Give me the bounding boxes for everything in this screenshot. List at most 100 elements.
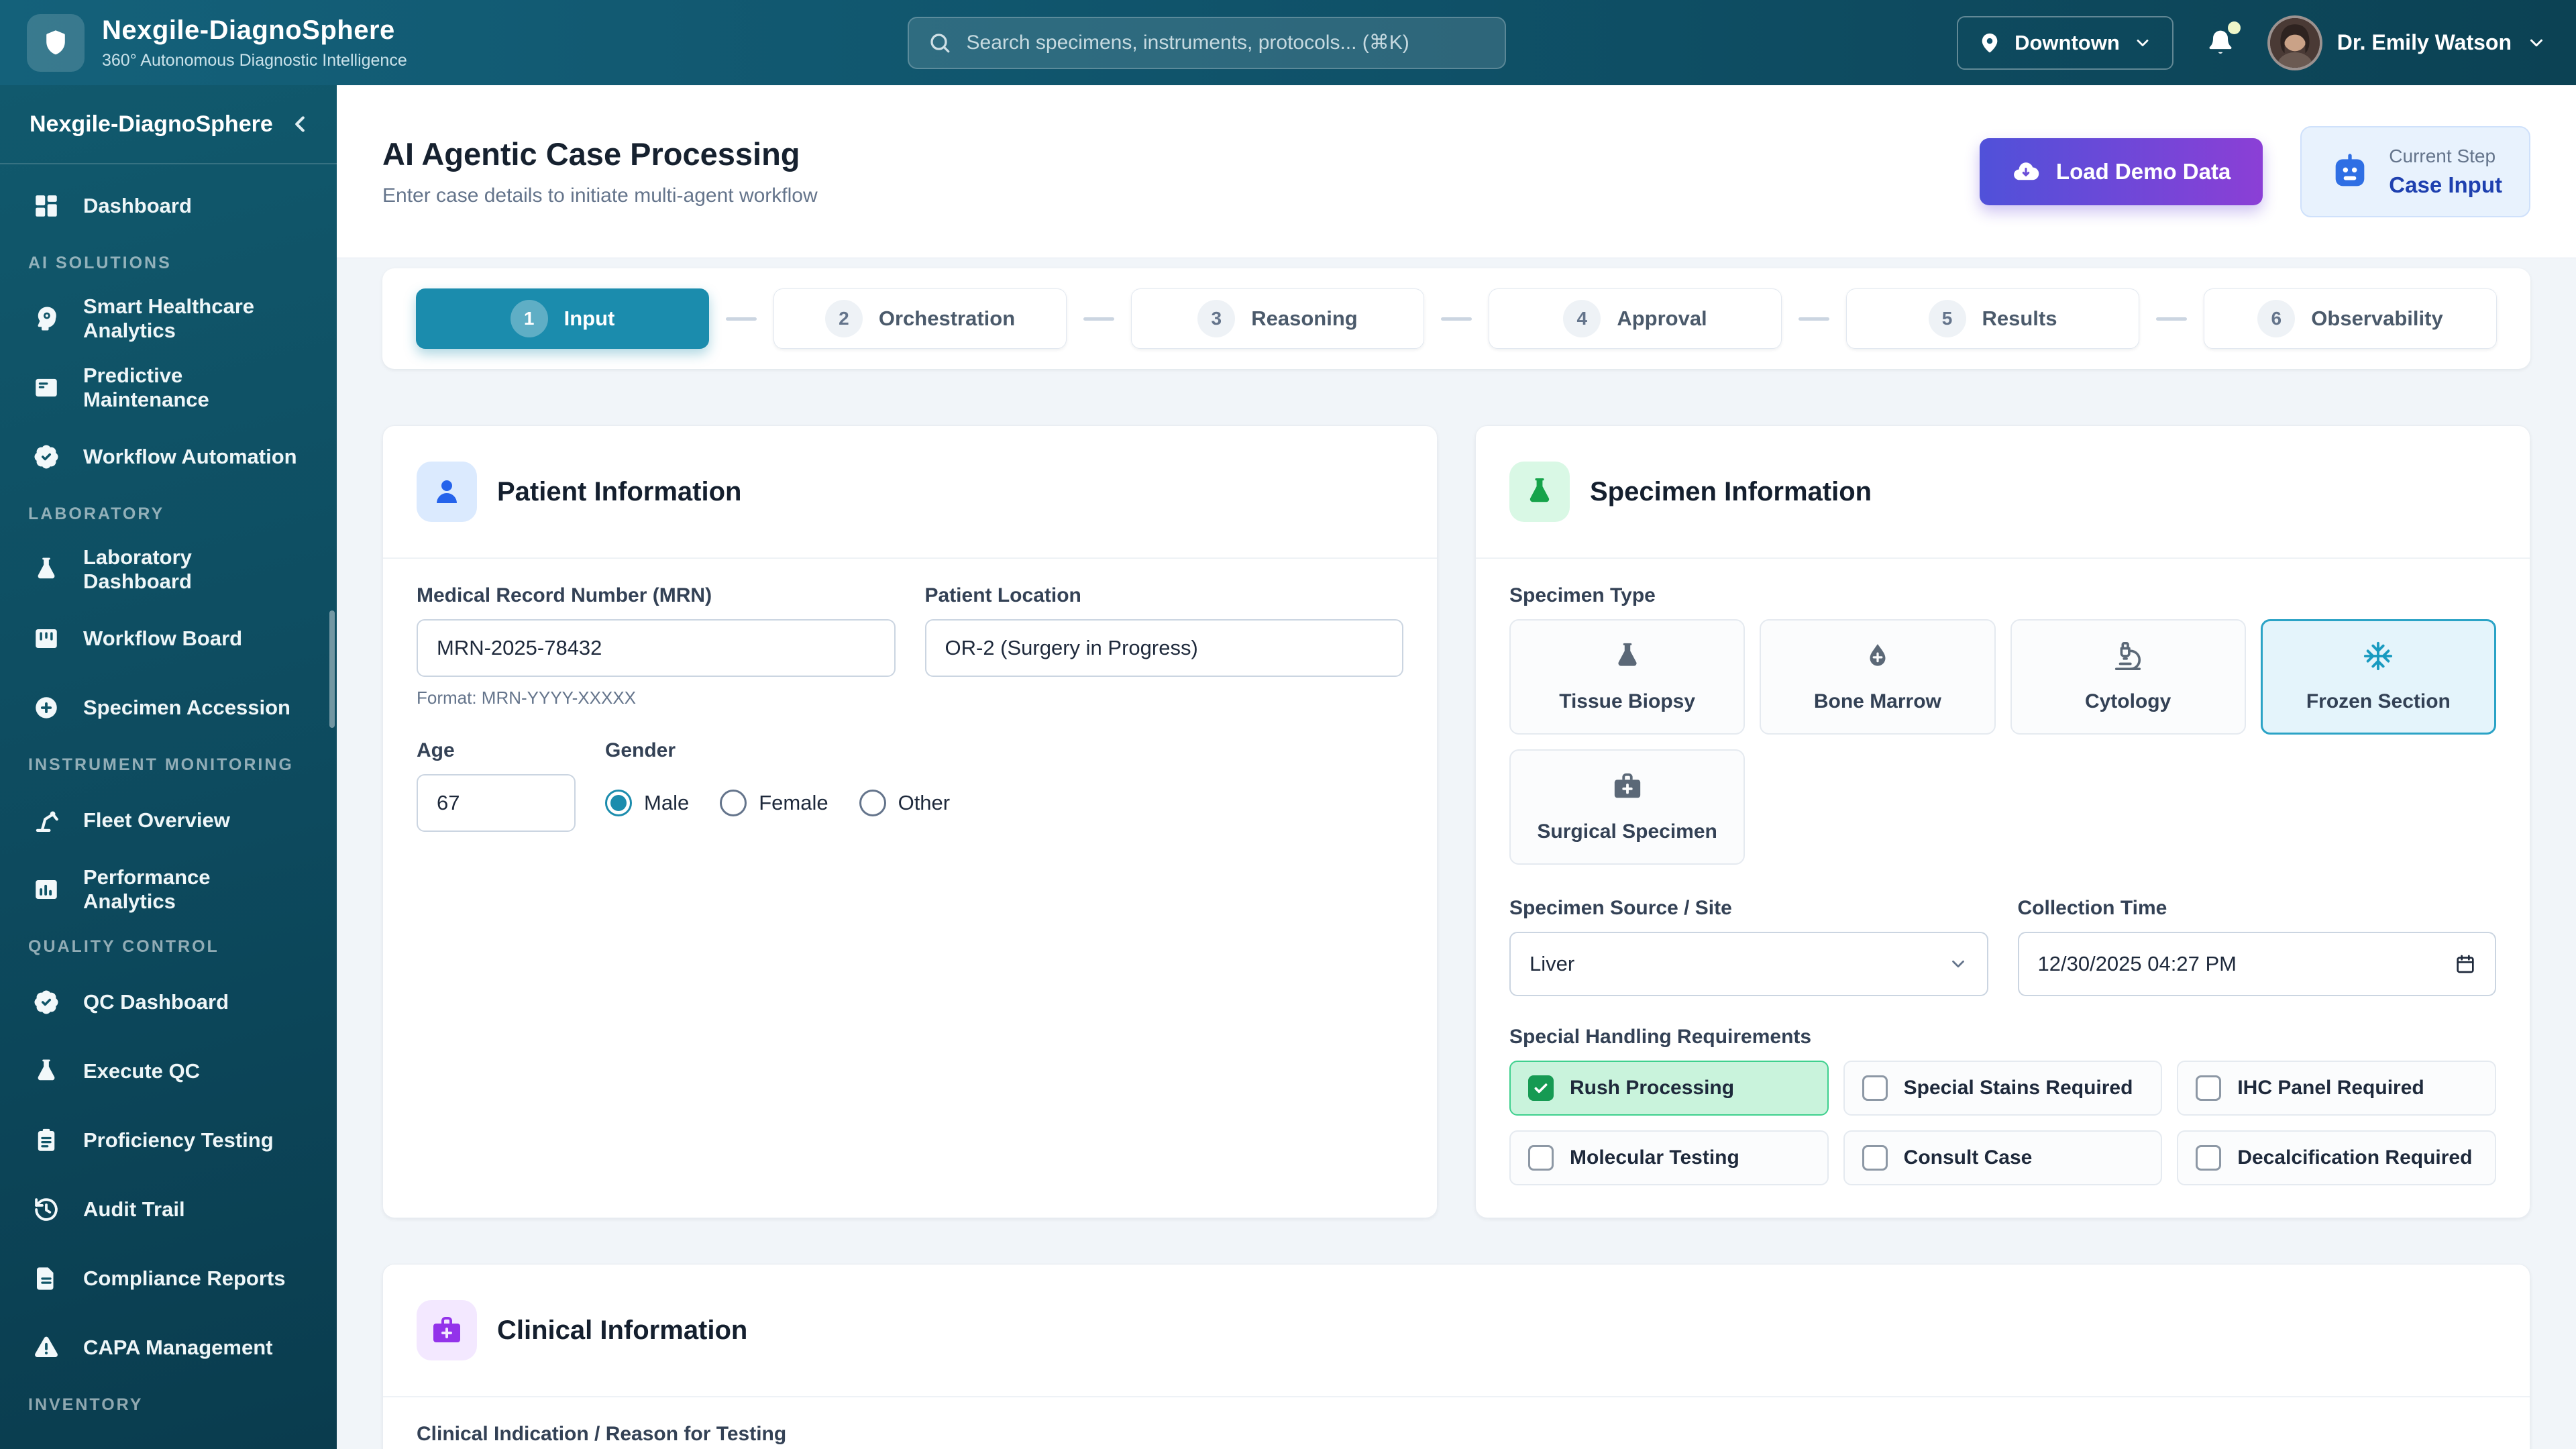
step-orchestration[interactable]: 2 Orchestration xyxy=(773,288,1067,349)
handling-consult-case[interactable]: Consult Case xyxy=(1843,1130,2163,1185)
sidebar: Nexgile-DiagnoSphere Dashboard AI SOLUTI… xyxy=(0,85,337,1449)
sidebar-item-compliance-reports[interactable]: Compliance Reports xyxy=(17,1249,319,1308)
droplet-icon xyxy=(1862,641,1893,672)
page-header: AI Agentic Case Processing Enter case de… xyxy=(337,85,2576,258)
collection-time-input[interactable]: 12/30/2025 04:27 PM xyxy=(2017,932,2496,996)
sidebar-section-ai-solutions: AI SOLUTIONS xyxy=(28,254,172,272)
sidebar-item-specimen-accession[interactable]: Specimen Accession xyxy=(17,678,319,737)
step-number: 3 xyxy=(1197,300,1236,337)
gender-option-label: Male xyxy=(644,791,690,814)
flask-icon xyxy=(1612,641,1643,672)
history-icon xyxy=(32,1195,60,1224)
handling-ihc-panel[interactable]: IHC Panel Required xyxy=(2177,1061,2496,1116)
step-label: Observability xyxy=(2311,307,2443,330)
specimen-type-group: Tissue Biopsy Bone Marrow Cytology Froze… xyxy=(1509,619,2496,735)
sidebar-item-performance-analytics[interactable]: Performance Analytics xyxy=(17,860,319,919)
panel-icon xyxy=(32,374,60,402)
sidebar-item-fleet-overview[interactable]: Fleet Overview xyxy=(17,791,319,850)
clinical-information-card: Clinical Information Clinical Indication… xyxy=(382,1264,2530,1449)
specimen-type-frozen-section[interactable]: Frozen Section xyxy=(2260,619,2496,735)
step-reasoning[interactable]: 3 Reasoning xyxy=(1131,288,1424,349)
mrn-input[interactable] xyxy=(417,619,896,677)
specimen-source-label: Specimen Source / Site xyxy=(1509,897,1732,919)
specimen-type-bone-marrow[interactable]: Bone Marrow xyxy=(1760,619,1996,735)
app-header: Nexgile-DiagnoSphere 360° Autonomous Dia… xyxy=(0,0,2576,85)
brain-icon xyxy=(32,305,60,333)
step-connector xyxy=(1083,317,1114,321)
step-connector xyxy=(1441,317,1472,321)
step-observability[interactable]: 6 Observability xyxy=(2204,288,2497,349)
sidebar-item-label: Smart Healthcare Analytics xyxy=(83,294,255,342)
step-label: Results xyxy=(1982,307,2057,330)
calendar-icon xyxy=(2455,953,2476,975)
sidebar-item-proficiency-testing[interactable]: Proficiency Testing xyxy=(17,1111,319,1170)
clinical-icon-chip xyxy=(417,1300,477,1360)
patient-location-label: Patient Location xyxy=(924,584,1081,606)
checkbox-icon xyxy=(1528,1145,1554,1171)
special-handling-label: Special Handling Requirements xyxy=(1509,1026,1812,1048)
handling-rush-processing[interactable]: Rush Processing xyxy=(1509,1061,1829,1116)
gender-radio-female[interactable]: Female xyxy=(720,790,828,816)
chevron-down-icon xyxy=(2526,33,2546,53)
notifications-button[interactable] xyxy=(2202,21,2241,62)
sidebar-item-smart-healthcare-analytics[interactable]: Smart Healthcare Analytics xyxy=(17,289,319,348)
sidebar-item-label: Dashboard xyxy=(83,194,192,217)
specimen-type-surgical-specimen[interactable]: Surgical Specimen xyxy=(1509,749,1746,865)
current-step-card: Current Step Case Input xyxy=(2300,125,2530,217)
gender-radio-other[interactable]: Other xyxy=(859,790,951,816)
user-icon xyxy=(431,476,463,508)
gender-option-label: Other xyxy=(898,791,951,814)
radio-icon xyxy=(720,790,747,816)
specimen-type-cytology[interactable]: Cytology xyxy=(2010,619,2246,735)
user-menu[interactable]: Dr. Emily Watson xyxy=(2267,15,2546,70)
global-search[interactable] xyxy=(907,16,1506,69)
sidebar-item-predictive-maintenance[interactable]: Predictive Maintenance xyxy=(17,358,319,417)
sidebar-item-dashboard[interactable]: Dashboard xyxy=(17,176,319,235)
sidebar-item-workflow-board[interactable]: Workflow Board xyxy=(17,609,319,668)
sidebar-item-qc-dashboard[interactable]: QC Dashboard xyxy=(17,973,319,1032)
step-connector xyxy=(2156,317,2187,321)
sidebar-item-label: CAPA Management xyxy=(83,1336,273,1359)
sidebar-item-capa-management[interactable]: CAPA Management xyxy=(17,1318,319,1377)
search-input[interactable] xyxy=(966,31,1486,54)
age-input[interactable] xyxy=(417,774,576,832)
step-input[interactable]: 1 Input xyxy=(416,288,709,349)
sidebar-item-label: Workflow Automation xyxy=(83,445,297,468)
handling-decalcification[interactable]: Decalcification Required xyxy=(2177,1130,2496,1185)
chevron-down-icon xyxy=(1948,954,1968,974)
shield-icon xyxy=(40,28,71,58)
specimen-source-select[interactable]: Liver xyxy=(1509,932,1988,996)
location-selector[interactable]: Downtown xyxy=(1957,15,2174,70)
special-handling-group: Rush Processing Special Stains Required … xyxy=(1509,1061,2496,1185)
sidebar-scrollbar[interactable] xyxy=(329,610,335,728)
app-brand: Nexgile-DiagnoSphere 360° Autonomous Dia… xyxy=(27,13,456,72)
step-number: 6 xyxy=(2257,300,2296,337)
step-results[interactable]: 5 Results xyxy=(1846,288,2139,349)
sidebar-item-label: Execute QC xyxy=(83,1059,201,1083)
checkbox-icon xyxy=(1862,1075,1888,1101)
sidebar-item-label: Predictive Maintenance xyxy=(83,364,209,411)
clinical-card-header: Clinical Information xyxy=(383,1265,2530,1397)
specimen-source-value: Liver xyxy=(1529,952,1575,975)
map-pin-icon xyxy=(1978,32,2001,54)
gender-radio-male[interactable]: Male xyxy=(605,790,689,816)
mrn-label: Medical Record Number (MRN) xyxy=(417,584,712,606)
sidebar-item-execute-qc[interactable]: Execute QC xyxy=(17,1042,319,1101)
avatar xyxy=(2267,15,2322,70)
app-title: Nexgile-DiagnoSphere xyxy=(102,15,395,45)
flask-icon xyxy=(1523,476,1556,508)
badge-check-icon xyxy=(32,443,60,471)
patient-location-input[interactable] xyxy=(924,619,1403,677)
sidebar-collapse-button[interactable] xyxy=(287,111,313,137)
checkbox-icon xyxy=(1528,1075,1554,1101)
step-approval[interactable]: 4 Approval xyxy=(1489,288,1782,349)
handling-molecular-testing[interactable]: Molecular Testing xyxy=(1509,1130,1829,1185)
load-demo-data-button[interactable]: Load Demo Data xyxy=(1979,138,2263,205)
specimen-type-tissue-biopsy[interactable]: Tissue Biopsy xyxy=(1509,619,1746,735)
sidebar-item-laboratory-dashboard[interactable]: Laboratory Dashboard xyxy=(17,540,319,599)
sidebar-item-workflow-automation[interactable]: Workflow Automation xyxy=(17,427,319,486)
gender-option-label: Female xyxy=(759,791,828,814)
plus-circle-icon xyxy=(32,694,60,722)
sidebar-item-audit-trail[interactable]: Audit Trail xyxy=(17,1180,319,1239)
handling-special-stains[interactable]: Special Stains Required xyxy=(1843,1061,2163,1116)
